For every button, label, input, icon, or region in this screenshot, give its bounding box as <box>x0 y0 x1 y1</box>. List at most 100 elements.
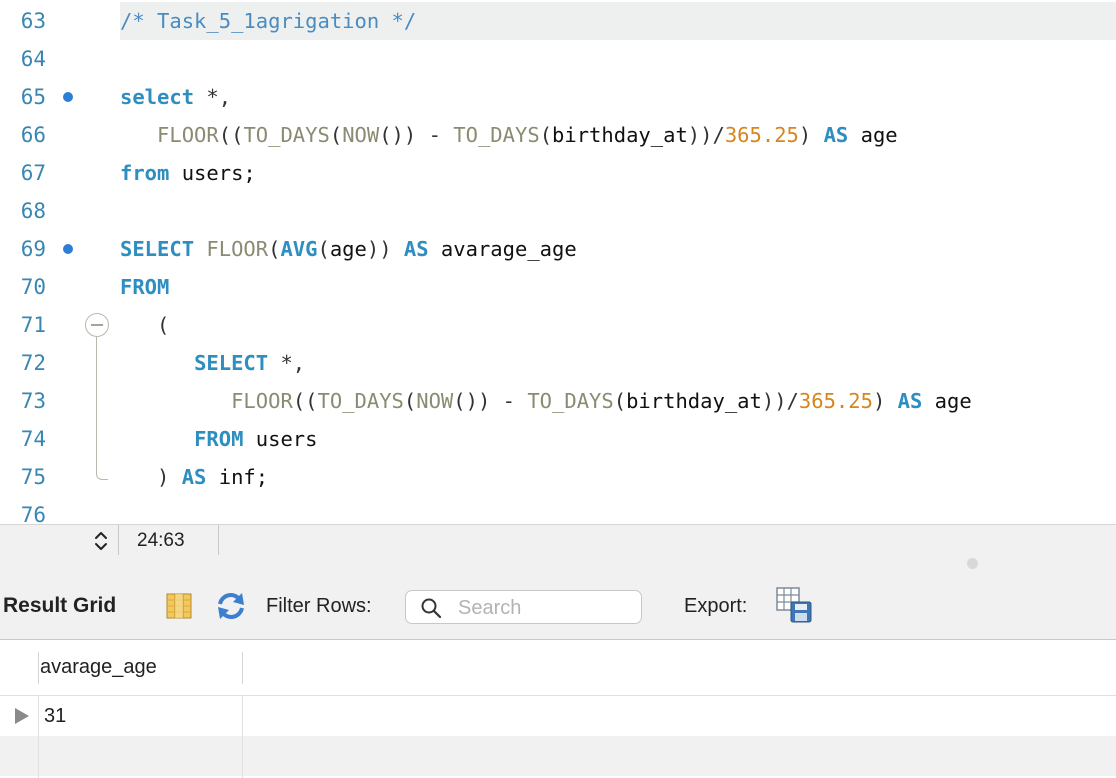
code-token: *, <box>194 85 232 109</box>
code-text[interactable]: /* Task_5_1agrigation */ <box>120 2 1116 40</box>
column-divider[interactable] <box>38 652 39 684</box>
code-token: FLOOR <box>231 389 293 413</box>
result-grid: avarage_age 31 <box>0 640 1116 778</box>
code-text[interactable] <box>120 192 1116 230</box>
code-token: age <box>848 123 898 147</box>
breakpoint-dot-icon[interactable] <box>63 244 73 254</box>
code-token: FROM <box>120 275 170 299</box>
code-text[interactable]: from users; <box>120 154 1116 192</box>
code-token: select <box>120 85 195 109</box>
export-icon[interactable] <box>774 585 814 625</box>
search-input[interactable] <box>456 595 630 621</box>
code-line[interactable]: 76 <box>0 496 1116 524</box>
code-line[interactable]: 66 FLOOR((TO_DAYS(NOW()) - TO_DAYS(birth… <box>0 116 1116 154</box>
code-token: ( <box>403 389 417 413</box>
code-token: NOW <box>416 389 454 413</box>
column-divider <box>38 696 39 778</box>
code-token: birthday_at <box>552 123 688 147</box>
fold-toggle-icon[interactable] <box>85 313 109 337</box>
code-token: ( <box>120 313 170 337</box>
code-token: AS <box>823 123 849 147</box>
code-text[interactable]: FLOOR((TO_DAYS(NOW()) - TO_DAYS(birthday… <box>120 382 1116 420</box>
grid-layout-icon[interactable] <box>165 592 193 620</box>
code-token: (( <box>292 389 318 413</box>
code-token: ( <box>539 123 553 147</box>
line-number: 64 <box>20 47 46 71</box>
line-number: 67 <box>20 161 46 185</box>
code-text[interactable]: SELECT *, <box>120 344 1116 382</box>
code-token: (( <box>218 123 244 147</box>
code-token: ( <box>317 237 330 261</box>
search-field[interactable] <box>405 590 642 624</box>
code-token: users <box>243 427 318 451</box>
line-number: 65 <box>20 85 46 109</box>
code-text[interactable] <box>120 496 1116 524</box>
code-token: /* Task_5_1agrigation */ <box>120 9 417 33</box>
code-token: ) <box>120 465 182 489</box>
code-text[interactable] <box>120 40 1116 78</box>
code-token: NOW <box>342 123 380 147</box>
code-token: age <box>922 389 972 413</box>
editor-status-bar: 24:63 <box>0 524 1116 556</box>
code-line[interactable]: 67 from users; <box>0 154 1116 192</box>
line-number: 63 <box>20 9 46 33</box>
code-text[interactable]: ( <box>120 306 1116 344</box>
current-row-marker-icon <box>15 708 29 724</box>
code-line[interactable]: 75 ) AS inf; <box>0 458 1116 496</box>
code-text[interactable]: ) AS inf; <box>120 458 1116 496</box>
code-line[interactable]: 74 FROM users <box>0 420 1116 458</box>
code-token: SELECT <box>194 351 269 375</box>
line-number: 74 <box>20 427 46 451</box>
refresh-icon[interactable] <box>214 590 248 622</box>
code-text[interactable]: FLOOR((TO_DAYS(NOW()) - TO_DAYS(birthday… <box>120 116 1116 154</box>
code-token: AS <box>403 237 429 261</box>
column-header-avarage-age[interactable]: avarage_age <box>40 656 157 679</box>
code-token: ))/ <box>761 389 799 413</box>
export-label: Export: <box>684 595 748 617</box>
table-cell[interactable]: 31 <box>44 705 66 728</box>
cursor-position: 24:63 <box>118 525 219 556</box>
code-token: 365.25 <box>724 123 799 147</box>
code-line[interactable]: 63 /* Task_5_1agrigation */ <box>0 2 1116 40</box>
code-text[interactable]: FROM <box>120 268 1116 306</box>
code-line[interactable]: 65 select *, <box>0 78 1116 116</box>
code-line[interactable]: 70 FROM <box>0 268 1116 306</box>
code-line[interactable]: 64 <box>0 40 1116 78</box>
code-token: from <box>120 161 170 185</box>
code-token: *, <box>268 351 306 375</box>
code-token: AS <box>897 389 923 413</box>
code-token: users; <box>169 161 256 185</box>
fold-range-guide <box>96 337 108 480</box>
breakpoint-dot-icon[interactable] <box>63 92 73 102</box>
code-text[interactable]: SELECT FLOOR(AVG(age)) AS avarage_age <box>120 230 1116 268</box>
code-token: ()) - <box>453 389 528 413</box>
line-number: 72 <box>20 351 46 375</box>
code-line[interactable]: 71 ( <box>0 306 1116 344</box>
code-token: inf; <box>206 465 269 489</box>
code-text[interactable]: select *, <box>120 78 1116 116</box>
up-down-stepper-icon[interactable] <box>90 529 112 553</box>
code-token: 365.25 <box>798 389 873 413</box>
code-token: )) <box>366 237 404 261</box>
splitter-handle-icon[interactable] <box>967 558 978 569</box>
code-line[interactable]: 68 <box>0 192 1116 230</box>
code-token: ( <box>268 237 281 261</box>
code-token: FLOOR <box>206 237 269 261</box>
line-number: 71 <box>20 313 46 337</box>
column-divider[interactable] <box>242 652 243 684</box>
code-token: ) <box>872 389 898 413</box>
code-text[interactable]: FROM users <box>120 420 1116 458</box>
sql-editor[interactable]: 63/* Task_5_1agrigation */64 65 select *, 6… <box>0 0 1116 524</box>
code-line[interactable]: 72 SELECT *, <box>0 344 1116 382</box>
table-row-empty[interactable] <box>0 736 1116 776</box>
code-line[interactable]: 73 FLOOR((TO_DAYS(NOW()) - TO_DAYS(birth… <box>0 382 1116 420</box>
code-token: TO_DAYS <box>243 123 330 147</box>
line-number: 68 <box>20 199 46 223</box>
code-token: SELECT <box>120 237 195 261</box>
table-row[interactable]: 31 <box>0 696 1116 736</box>
code-line[interactable]: 69 SELECT FLOOR(AVG(age)) AS avarage_age <box>0 230 1116 268</box>
result-grid-tab[interactable]: Result Grid <box>3 594 116 618</box>
